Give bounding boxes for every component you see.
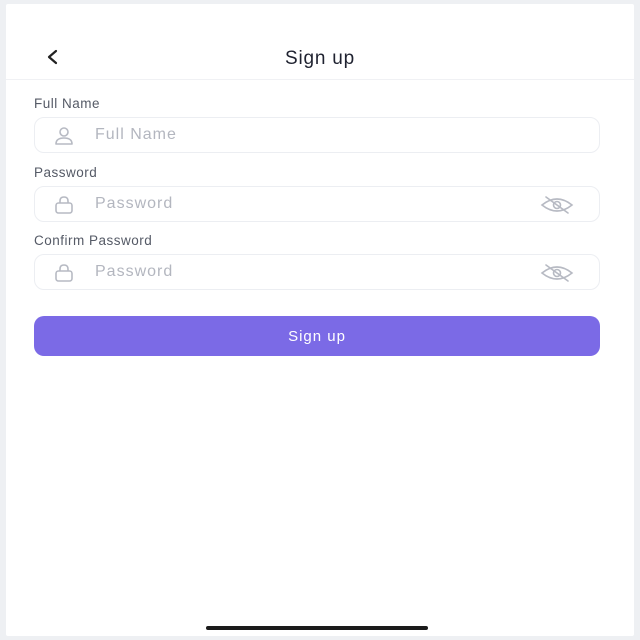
password-input[interactable] bbox=[95, 187, 515, 221]
confirm-password-field[interactable] bbox=[34, 254, 600, 290]
password-label: Password bbox=[34, 165, 98, 180]
sign-up-button[interactable]: Sign up bbox=[34, 316, 600, 356]
full-name-input[interactable] bbox=[95, 118, 515, 152]
signup-screen: Sign up Full Name Password Confirm Passw… bbox=[6, 4, 634, 636]
full-name-label: Full Name bbox=[34, 96, 101, 111]
confirm-password-input[interactable] bbox=[95, 255, 515, 289]
eye-off-icon[interactable] bbox=[539, 195, 575, 215]
home-indicator bbox=[206, 626, 428, 630]
header-bar: Sign up bbox=[6, 4, 634, 80]
user-icon bbox=[55, 127, 73, 145]
full-name-field[interactable] bbox=[34, 117, 600, 153]
password-field[interactable] bbox=[34, 186, 600, 222]
eye-off-icon[interactable] bbox=[539, 263, 575, 283]
lock-icon bbox=[55, 264, 73, 282]
lock-icon bbox=[55, 196, 73, 214]
confirm-password-label: Confirm Password bbox=[34, 233, 153, 248]
page-title: Sign up bbox=[284, 48, 356, 69]
